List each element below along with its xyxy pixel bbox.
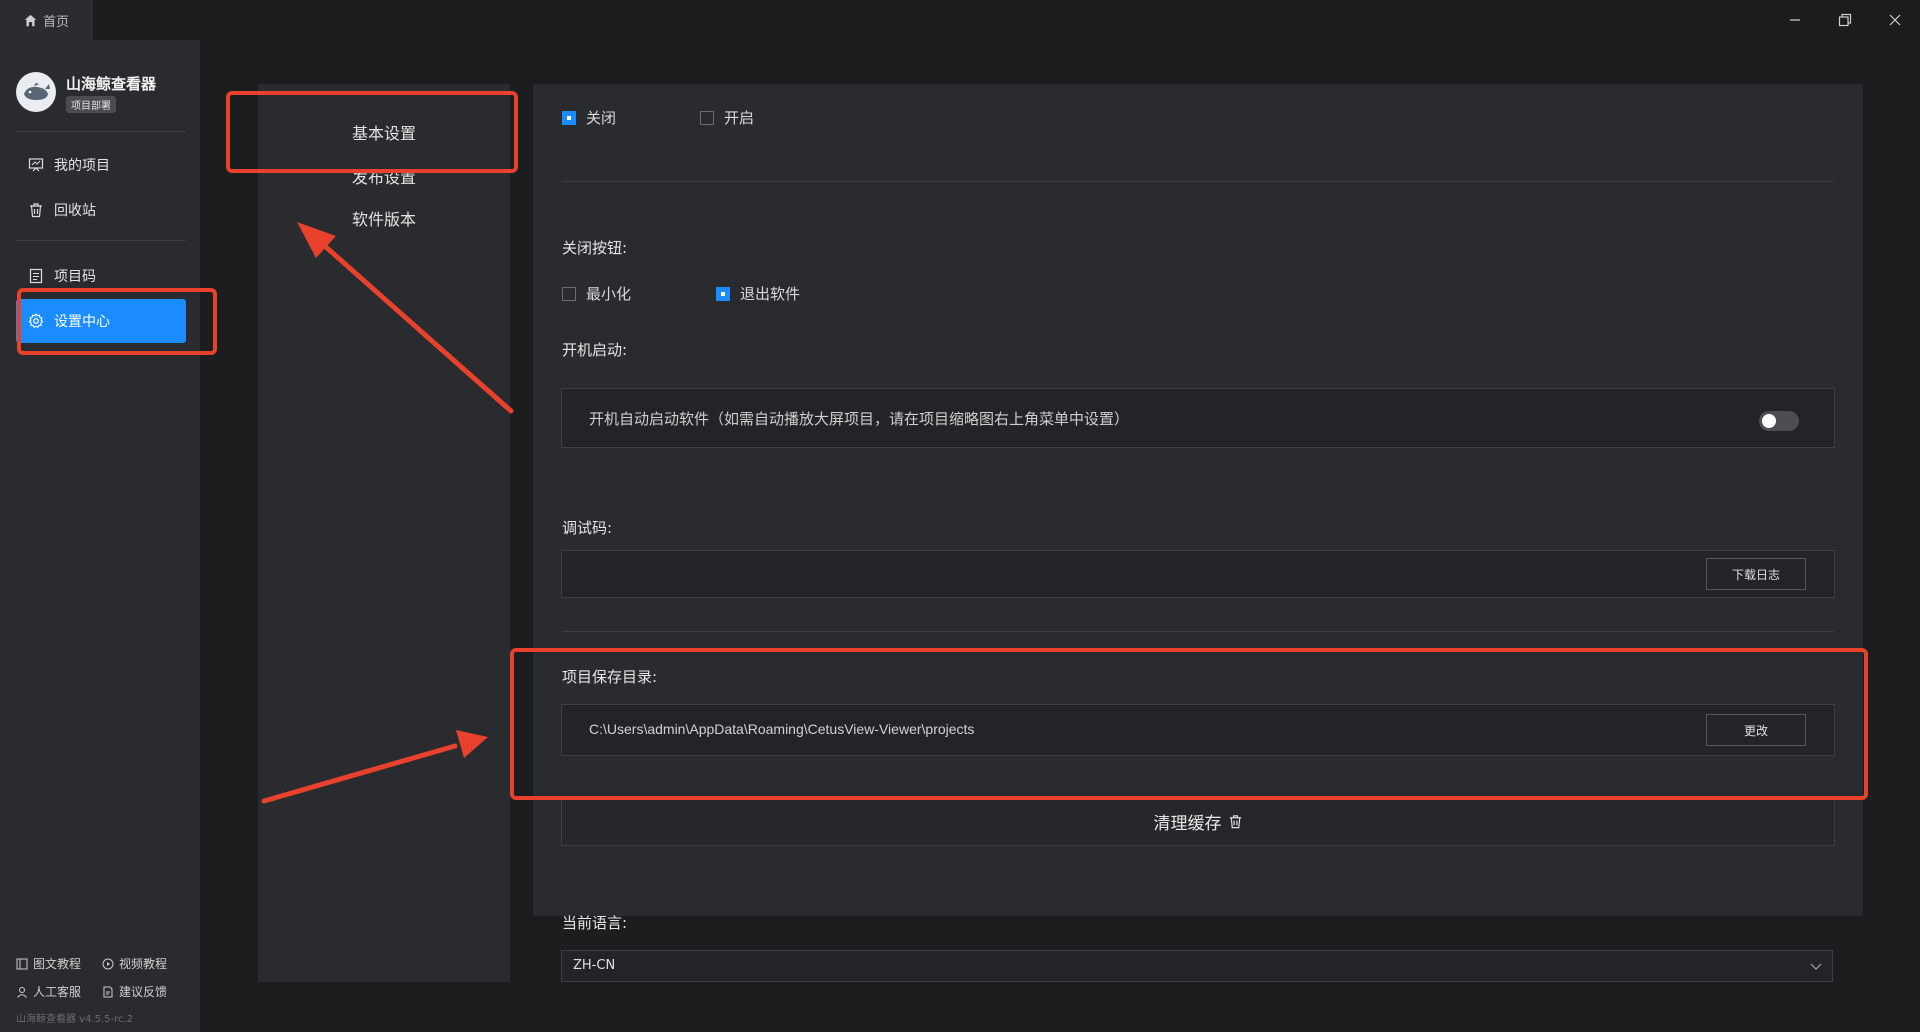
app-logo <box>16 72 56 112</box>
checkbox[interactable] <box>716 286 730 301</box>
section-divider <box>562 181 1834 182</box>
close-icon <box>1889 14 1901 26</box>
startup-toggle[interactable] <box>1759 411 1799 431</box>
download-log-button[interactable]: 下载日志 <box>1706 558 1806 590</box>
trash-icon <box>30 203 42 218</box>
sidebar-item-label: 项目码 <box>54 269 96 285</box>
nav-item-software-version[interactable]: 软件版本 <box>258 196 510 240</box>
option-close[interactable]: 关闭 <box>562 107 616 128</box>
clear-cache-button[interactable]: 清理缓存 <box>561 796 1835 846</box>
title-bar <box>0 0 1920 40</box>
language-label: 当前语言: <box>562 914 628 932</box>
close-button-label: 关闭按钮: <box>562 239 628 257</box>
feedback-icon <box>103 986 113 997</box>
footer-link-label: 人工客服 <box>33 985 82 999</box>
close-window-button[interactable] <box>1870 0 1920 40</box>
sidebar-divider <box>16 240 186 241</box>
language-value: ZH-CN <box>573 958 616 973</box>
app-badge: 项目部署 <box>66 96 116 113</box>
debug-input[interactable]: 下载日志 <box>561 550 1835 598</box>
trash-icon <box>1229 814 1241 828</box>
restore-button[interactable] <box>1820 0 1870 40</box>
option-open[interactable]: 开启 <box>700 107 754 128</box>
sidebar-divider <box>16 131 186 132</box>
footer-link-graphic-tutorial[interactable]: 图文教程 <box>16 955 81 972</box>
section-divider <box>562 631 1834 632</box>
footer-link-label: 建议反馈 <box>119 985 168 999</box>
sidebar-item-label: 回收站 <box>54 203 96 219</box>
app-version: 山海鲸查看器 v4.5.5-rc.2 <box>16 1014 134 1025</box>
annotation-box-settings-center <box>17 288 217 355</box>
project-board-icon <box>28 158 44 172</box>
play-circle-icon <box>102 958 114 969</box>
restore-icon <box>1838 13 1852 27</box>
checkbox[interactable] <box>562 286 576 301</box>
startup-label: 开机启动: <box>562 341 628 359</box>
footer-link-video-tutorial[interactable]: 视频教程 <box>102 955 167 972</box>
home-icon <box>24 14 37 26</box>
whale-logo-icon <box>24 82 50 100</box>
option-exit-software[interactable]: 退出软件 <box>716 283 800 304</box>
option-label: 退出软件 <box>740 285 801 303</box>
document-icon <box>29 268 43 284</box>
sidebar-item-label: 我的项目 <box>54 158 110 174</box>
annotation-box-basic-settings <box>226 91 518 173</box>
footer-link-label: 图文教程 <box>33 957 82 971</box>
option-label: 关闭 <box>586 109 617 127</box>
sidebar-item-my-projects[interactable]: 我的项目 <box>16 143 186 187</box>
startup-row: 开机自动启动软件（如需自动播放大屏项目，请在项目缩略图右上角菜单中设置） <box>561 388 1835 448</box>
sidebar-item-recycle-bin[interactable]: 回收站 <box>16 188 186 232</box>
startup-description: 开机自动启动软件（如需自动播放大屏项目，请在项目缩略图右上角菜单中设置） <box>589 410 1130 428</box>
chevron-down-icon <box>1810 963 1822 970</box>
option-minimize[interactable]: 最小化 <box>562 283 631 304</box>
nav-item-label: 软件版本 <box>351 210 416 229</box>
checkbox[interactable] <box>562 110 576 125</box>
book-icon <box>16 958 28 969</box>
minimize-icon <box>1790 19 1800 21</box>
language-select[interactable]: ZH-CN <box>561 950 1833 982</box>
annotation-box-save-dir <box>510 648 1868 800</box>
option-label: 最小化 <box>586 285 632 303</box>
footer-link-feedback[interactable]: 建议反馈 <box>102 983 167 1000</box>
clear-cache-label: 清理缓存 <box>1153 813 1222 834</box>
person-icon <box>17 986 27 998</box>
footer-link-human-support[interactable]: 人工客服 <box>16 983 81 1000</box>
home-tab-label: 首页 <box>42 14 69 30</box>
footer-link-label: 视频教程 <box>119 957 168 971</box>
app-name: 山海鲸查看器 <box>66 75 157 93</box>
minimize-button[interactable] <box>1770 0 1820 40</box>
debug-label: 调试码: <box>562 519 613 537</box>
tab-home[interactable]: 首页 <box>0 0 93 40</box>
option-label: 开启 <box>724 109 755 127</box>
checkbox[interactable] <box>700 110 714 125</box>
